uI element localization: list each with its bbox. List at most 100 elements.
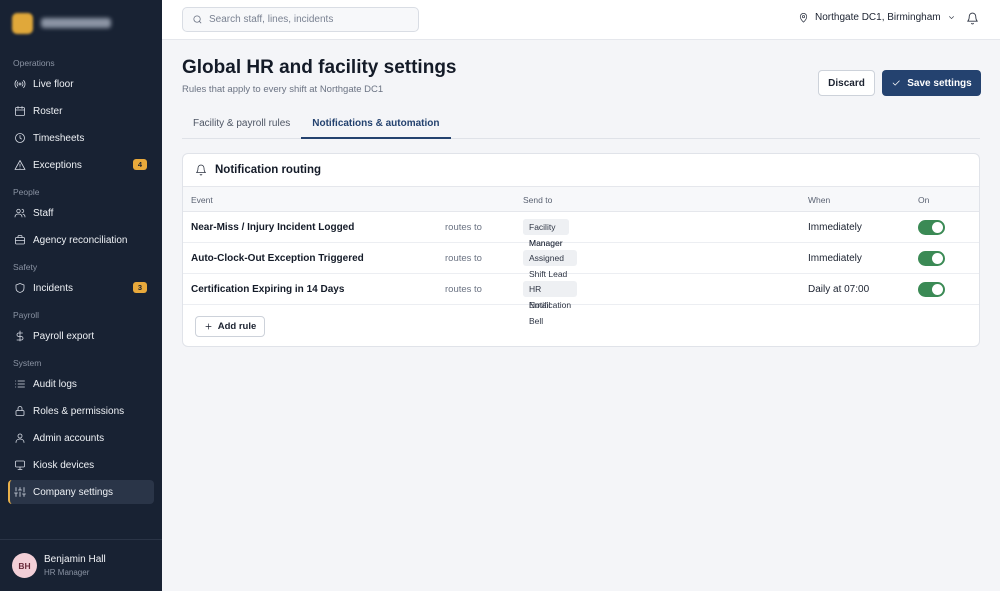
save-settings-label: Save settings	[907, 77, 972, 89]
sidebar-item-timesheets[interactable]: Timesheets	[8, 126, 154, 150]
sidebar-section-label: Operations	[13, 58, 55, 68]
map-pin-icon	[799, 13, 808, 23]
avatar: BH	[12, 553, 37, 578]
when-value: Daily at 07:00	[808, 284, 870, 295]
main-content: Northgate DC1, Birmingham Global HR and …	[162, 0, 1000, 591]
enabled-toggle[interactable]	[918, 220, 945, 235]
sidebar-item-label: Admin accounts	[33, 432, 105, 444]
column-header-when: When	[808, 195, 831, 205]
sidebar-item-label: Kiosk devices	[33, 459, 95, 471]
sidebar-item-label: Incidents	[33, 282, 74, 294]
brand-name-blurred	[41, 18, 111, 28]
app-root: Operations Live floor Roster Timesheets Exce…	[0, 0, 1000, 591]
sidebar-item-staff[interactable]: Staff	[8, 201, 154, 225]
card-header: Notification routing	[183, 154, 979, 187]
broadcast-icon	[14, 80, 26, 88]
table-header: Event Send to When On	[183, 187, 979, 212]
monitor-icon	[15, 460, 25, 470]
sidebar-nav: Operations Live floor Roster Timesheets Exce…	[0, 56, 162, 504]
search-box[interactable]	[182, 7, 419, 32]
sidebar-item-label: Audit logs	[33, 378, 77, 390]
page-subtitle: Rules that apply to every shift at North…	[182, 84, 384, 95]
sidebar-item-incidents[interactable]: Incidents 3	[8, 276, 154, 300]
tab-notifications[interactable]: Notifications & automation	[301, 110, 451, 139]
tab-facility-payroll[interactable]: Facility & payroll rules	[182, 110, 301, 139]
sidebar-section-label: People	[13, 187, 40, 197]
toggle-knob	[932, 284, 943, 295]
routes-to-label: routes to	[445, 284, 482, 295]
discard-button[interactable]: Discard	[818, 70, 875, 96]
table-row: Auto-Clock-Out Exception Triggered routes…	[183, 243, 979, 295]
search-input[interactable]	[209, 14, 409, 25]
sidebar-item-audit-logs[interactable]: Audit logs	[8, 372, 154, 396]
column-header-on: On	[918, 195, 930, 205]
users-icon	[14, 208, 26, 218]
table-row: Near-Miss / Injury Incident Logged routes…	[183, 212, 979, 264]
bell-icon	[967, 12, 978, 25]
add-rule-button[interactable]: Add rule	[195, 316, 265, 337]
plus-icon	[205, 323, 212, 330]
sidebar-item-kiosk-devices[interactable]: Kiosk devices	[8, 453, 154, 477]
brand[interactable]	[0, 0, 162, 46]
sidebar-section-label: System	[13, 358, 42, 368]
routes-to-label: routes to	[445, 222, 482, 233]
location-selector[interactable]: Northgate DC1, Birmingham	[798, 12, 956, 23]
warning-icon	[14, 160, 26, 170]
toggle-knob	[932, 253, 943, 264]
settings-tabs: Facility & payroll rules Notifications &…	[182, 110, 980, 139]
user-name: Benjamin Hall	[44, 554, 106, 565]
save-settings-button[interactable]: Save settings	[882, 70, 981, 96]
enabled-toggle[interactable]	[918, 251, 945, 266]
toggle-knob	[932, 222, 943, 233]
recipient-chip: Facility Manager SMS	[523, 219, 569, 264]
sidebar-item-label: Staff	[33, 207, 54, 219]
sidebar-item-admin-accounts[interactable]: Admin accounts	[8, 426, 154, 450]
dollar-icon	[16, 330, 24, 342]
sidebar-item-payroll-export[interactable]: Payroll export	[8, 324, 154, 348]
event-name: Certification Expiring in 14 Days	[191, 284, 345, 295]
user-role: HR Manager	[44, 568, 90, 577]
sidebar-item-label: Timesheets	[33, 132, 85, 144]
add-rule-label: Add rule	[217, 321, 257, 332]
sidebar-item-live-floor[interactable]: Live floor	[8, 72, 154, 96]
brand-logo	[12, 12, 33, 34]
sidebar-item-exceptions[interactable]: Exceptions 4	[8, 153, 154, 177]
list-icon	[15, 380, 25, 388]
routing-rows: Near-Miss / Injury Incident Logged routes…	[183, 212, 979, 326]
event-name: Auto-Clock-Out Exception Triggered	[191, 253, 364, 264]
user-icon	[15, 433, 25, 443]
notification-routing-card: Notification routing Event Send to When …	[182, 153, 980, 347]
lock-icon	[15, 406, 25, 416]
sidebar: Operations Live floor Roster Timesheets Exce…	[0, 0, 162, 591]
count-badge: 4	[133, 159, 147, 170]
sidebar-item-company-settings[interactable]: Company settings	[8, 480, 154, 504]
column-header-send-to: Send to	[523, 195, 553, 205]
column-header-event: Event	[191, 195, 213, 205]
chevron-down-icon	[948, 16, 954, 20]
calendar-icon	[15, 106, 25, 116]
when-value: Immediately	[808, 222, 862, 233]
enabled-toggle[interactable]	[918, 282, 945, 297]
bell-icon	[196, 164, 206, 176]
event-name: Near-Miss / Injury Incident Logged	[191, 222, 355, 233]
shield-icon	[15, 283, 25, 293]
sidebar-item-agency-reconciliation[interactable]: Agency reconciliation	[8, 228, 154, 252]
notifications-button[interactable]	[966, 12, 979, 28]
sidebar-item-label: Payroll export	[33, 330, 95, 342]
sidebar-item-label: Company settings	[33, 486, 114, 498]
sidebar-section-label: Safety	[13, 262, 38, 272]
card-title: Notification routing	[215, 164, 322, 176]
topbar: Northgate DC1, Birmingham	[162, 0, 1000, 40]
recipient-chip: Assigned Shift Lead Dashboard	[523, 250, 577, 295]
recipient-chip: HR Notification Bell	[523, 281, 578, 326]
when-value: Immediately	[808, 253, 862, 264]
sidebar-item-roles-and-permissions[interactable]: Roles & permissions	[8, 399, 154, 423]
sidebar-item-label: Live floor	[33, 78, 74, 90]
table-row: Certification Expiring in 14 Days routes …	[183, 274, 979, 326]
check-icon	[892, 80, 900, 86]
sidebar-item-label: Exceptions	[33, 159, 82, 171]
sidebar-section-label: Payroll	[13, 310, 39, 320]
sidebar-item-roster[interactable]: Roster	[8, 99, 154, 123]
user-profile[interactable]: BH Benjamin Hall HR Manager	[0, 539, 162, 591]
search-icon	[193, 15, 202, 24]
